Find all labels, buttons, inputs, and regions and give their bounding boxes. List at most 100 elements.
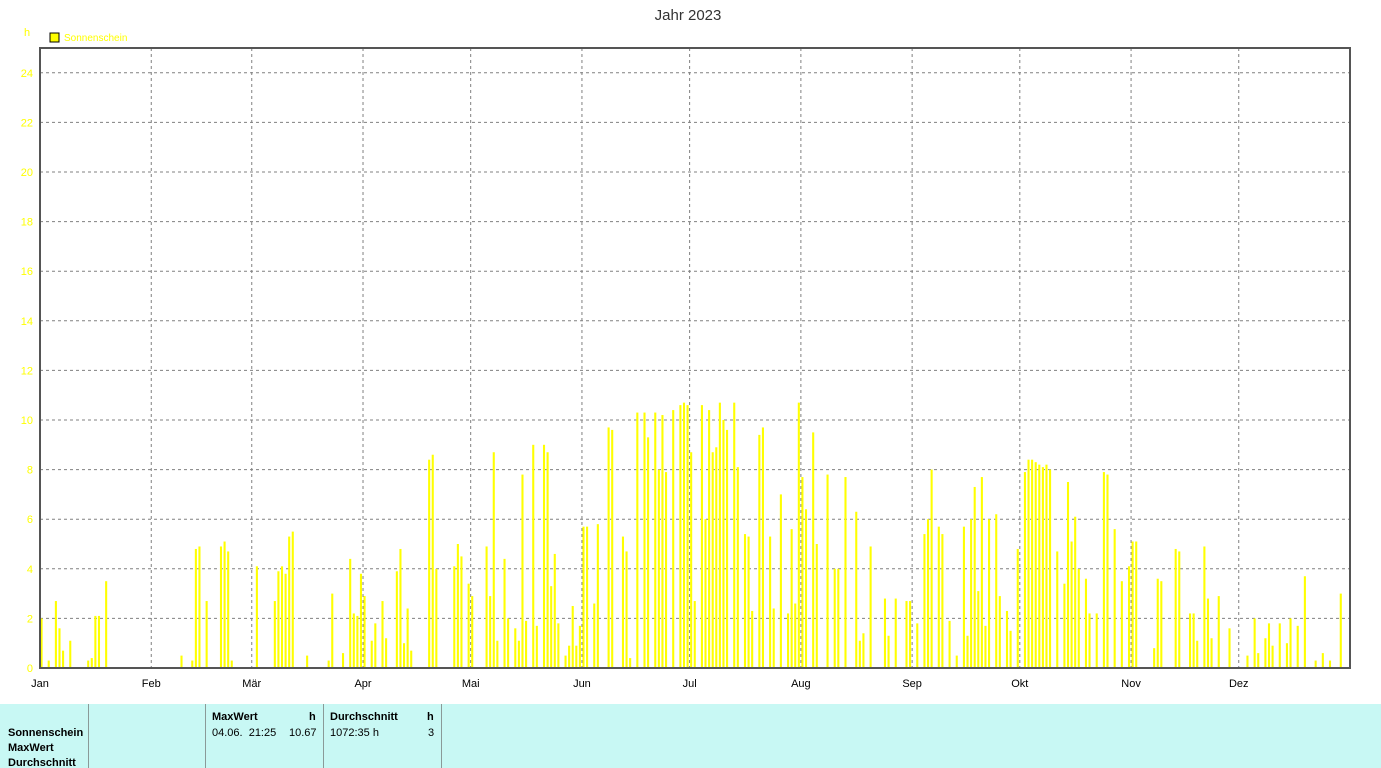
bar (503, 558, 506, 668)
bar (909, 601, 912, 668)
bar (1120, 581, 1123, 668)
x-tick-label: Mär (242, 678, 261, 690)
bar (772, 608, 775, 668)
legend-swatch (49, 32, 60, 43)
bar (862, 633, 865, 668)
bar (507, 618, 510, 668)
bar (916, 623, 919, 668)
bar (535, 625, 538, 668)
bar (1066, 482, 1070, 668)
bar (751, 610, 754, 668)
bar (381, 601, 384, 668)
bar (801, 477, 804, 668)
bar (356, 615, 359, 668)
bar (995, 514, 998, 668)
bar (761, 427, 764, 668)
bar (489, 596, 492, 668)
bar (797, 402, 800, 668)
bar (1102, 472, 1105, 668)
bar (894, 598, 897, 668)
bar (711, 452, 714, 668)
bar (758, 434, 761, 668)
bar (1188, 613, 1192, 668)
bar (955, 655, 958, 668)
bar (406, 608, 409, 668)
y-tick-label: 4 (27, 564, 33, 576)
x-tick-label: Nov (1121, 678, 1141, 690)
bar (973, 486, 976, 668)
bar (1192, 613, 1195, 668)
bar (69, 640, 72, 668)
bar (941, 534, 944, 668)
bar (629, 658, 632, 668)
x-tick-label: Jan (31, 678, 49, 690)
x-tick-label: Jul (683, 678, 697, 690)
x-tick-label: Apr (354, 678, 371, 690)
max-datetime: 04.06. 21:25 (212, 727, 277, 739)
bar (402, 643, 406, 668)
bar (988, 519, 991, 668)
bar (291, 531, 294, 668)
bar (341, 653, 345, 668)
bar (682, 402, 686, 668)
bar (331, 593, 334, 668)
bar (1049, 469, 1052, 668)
bar (1328, 660, 1332, 668)
average-column-header: Durchschnitt (330, 711, 398, 723)
bar (984, 625, 987, 668)
bar (1203, 546, 1206, 668)
bar (1023, 472, 1026, 668)
bar (1285, 643, 1288, 668)
y-tick-label: 12 (21, 365, 33, 377)
bar (219, 546, 223, 668)
bar (923, 534, 926, 668)
x-tick-label: Okt (1011, 678, 1028, 690)
bar (970, 519, 973, 668)
bar (1127, 566, 1131, 668)
y-tick-label: 2 (27, 613, 33, 625)
bar (280, 566, 284, 668)
bar (790, 529, 793, 668)
bar (284, 573, 287, 668)
bar (693, 601, 696, 668)
bar (1246, 655, 1249, 668)
bar (521, 474, 524, 668)
stats-row-label-max: MaxWert (8, 742, 54, 754)
bar (370, 640, 373, 668)
bar (431, 454, 434, 668)
bar (833, 568, 836, 668)
y-tick-label: 0 (27, 663, 33, 675)
bar (1113, 529, 1116, 668)
bar (1005, 610, 1009, 668)
bar (467, 583, 470, 668)
bar (654, 412, 657, 668)
plot-frame (39, 47, 1351, 669)
bar (869, 546, 872, 668)
bar (937, 526, 940, 668)
y-tick-label: 8 (27, 465, 33, 477)
bar (1160, 581, 1163, 668)
bar (794, 603, 797, 668)
bar (1196, 640, 1199, 668)
bar-series-sonnenschein (40, 402, 1342, 668)
bar (205, 601, 208, 668)
max-column-header: MaxWert (212, 711, 258, 723)
bar (97, 615, 101, 668)
bar (374, 623, 377, 668)
bar (672, 410, 675, 668)
bar (647, 437, 650, 668)
bar (966, 635, 969, 668)
bar (94, 615, 97, 668)
bar (837, 568, 840, 668)
bar (998, 596, 1001, 668)
bar (1074, 516, 1077, 668)
bar (550, 586, 553, 668)
bar (636, 412, 639, 668)
max-value: 10.67 (289, 727, 317, 739)
bar (1045, 464, 1048, 668)
bar (980, 477, 983, 668)
bar (198, 546, 201, 668)
bar (557, 623, 560, 668)
bar (517, 640, 520, 668)
bar (277, 571, 280, 668)
